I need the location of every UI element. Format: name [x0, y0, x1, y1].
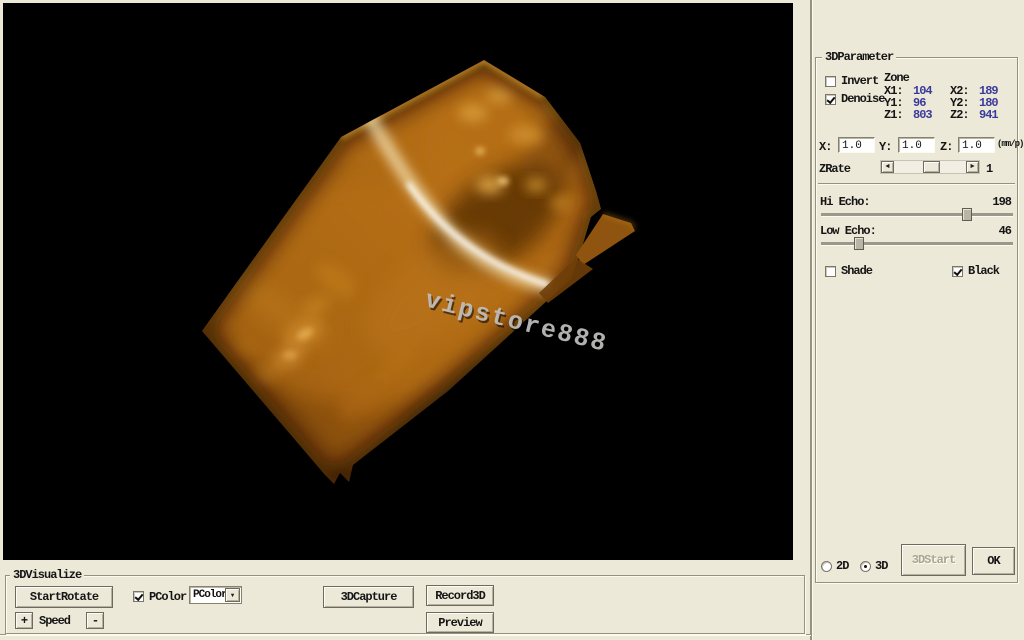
speed-plus-button[interactable]: +	[15, 612, 33, 629]
visualize-groupbox: 3DVisualize StartRotate + Speed - PColor…	[5, 575, 805, 634]
bottom-divider	[0, 634, 811, 635]
hi-echo-slider-track[interactable]	[821, 213, 1013, 216]
app-window: vipstore888 vipstore888 3DParameter Inve…	[0, 0, 1024, 640]
record-3d-button[interactable]: Record3D	[426, 585, 494, 606]
mode-2d-radio[interactable]	[821, 561, 832, 572]
low-echo-value: 46	[999, 224, 1011, 238]
low-echo-label: Low Echo:	[820, 224, 876, 238]
hi-echo-value: 198	[992, 195, 1011, 209]
low-echo-slider-thumb[interactable]	[854, 237, 864, 250]
zrate-thumb[interactable]	[923, 161, 940, 173]
ok-button[interactable]: OK	[972, 547, 1015, 575]
hi-echo-slider-thumb[interactable]	[962, 208, 972, 221]
section-separator	[818, 183, 1015, 184]
zrate-label: ZRate	[819, 162, 850, 176]
zrate-left-arrow-icon[interactable]: ◄	[881, 161, 894, 173]
start-3d-button[interactable]: 3DStart	[901, 544, 966, 576]
invert-label: Invert	[841, 74, 878, 88]
low-echo-slider-track[interactable]	[821, 242, 1013, 245]
black-label: Black	[968, 264, 999, 278]
scale-x-label: X:	[819, 140, 831, 154]
zone-z1-label: Z1:	[884, 108, 903, 122]
pcolor-dropdown-value: PColor	[193, 589, 227, 601]
parameter-groupbox: 3DParameter Invert Denoise Zone X1: 104 …	[815, 57, 1018, 583]
hi-echo-label: Hi Echo:	[820, 195, 870, 209]
mode-2d-label: 2D	[836, 559, 848, 573]
preview-button[interactable]: Preview	[426, 612, 494, 633]
visualize-group-title: 3DVisualize	[10, 568, 84, 582]
pcolor-checkbox[interactable]	[133, 591, 144, 602]
denoise-checkbox[interactable]	[825, 94, 836, 105]
shade-label: Shade	[841, 264, 872, 278]
low-echo-slider[interactable]	[821, 237, 1013, 251]
zone-z2-label: Z2:	[950, 108, 969, 122]
denoise-label: Denoise	[841, 92, 884, 106]
speed-label: Speed	[39, 614, 70, 628]
capture-3d-button[interactable]: 3DCapture	[323, 586, 414, 608]
black-checkbox[interactable]	[952, 266, 963, 277]
zone-z2-value: 941	[979, 108, 998, 122]
scale-unit-label: (mm/p)	[997, 139, 1023, 149]
scale-y-input[interactable]	[898, 137, 935, 153]
zrate-value: 1	[986, 162, 992, 176]
zone-z1-value: 803	[913, 108, 932, 122]
hi-echo-slider[interactable]	[821, 208, 1013, 222]
mode-3d-label: 3D	[875, 559, 887, 573]
invert-checkbox[interactable]	[825, 76, 836, 87]
parameter-group-title: 3DParameter	[822, 50, 896, 64]
zrate-scrollbar[interactable]: ◄ ►	[880, 160, 980, 174]
scale-x-input[interactable]	[838, 137, 875, 153]
pcolor-label: PColor	[149, 590, 186, 604]
scale-y-label: Y:	[879, 140, 891, 154]
render-canvas[interactable]: vipstore888 vipstore888	[3, 3, 793, 560]
pcolor-dropdown[interactable]: PColor ▼	[189, 586, 242, 604]
shade-checkbox[interactable]	[825, 266, 836, 277]
zone-title: Zone	[884, 71, 909, 85]
start-rotate-button[interactable]: StartRotate	[15, 586, 113, 608]
zrate-right-arrow-icon[interactable]: ►	[966, 161, 979, 173]
scale-z-input[interactable]	[958, 137, 995, 153]
pcolor-dropdown-arrow-icon[interactable]: ▼	[225, 588, 240, 602]
panel-divider	[810, 0, 812, 640]
mode-3d-radio[interactable]	[860, 561, 871, 572]
scale-z-label: Z:	[940, 140, 952, 154]
speed-minus-button[interactable]: -	[86, 612, 104, 629]
ultrasound-volume: vipstore888 vipstore888	[3, 3, 793, 560]
